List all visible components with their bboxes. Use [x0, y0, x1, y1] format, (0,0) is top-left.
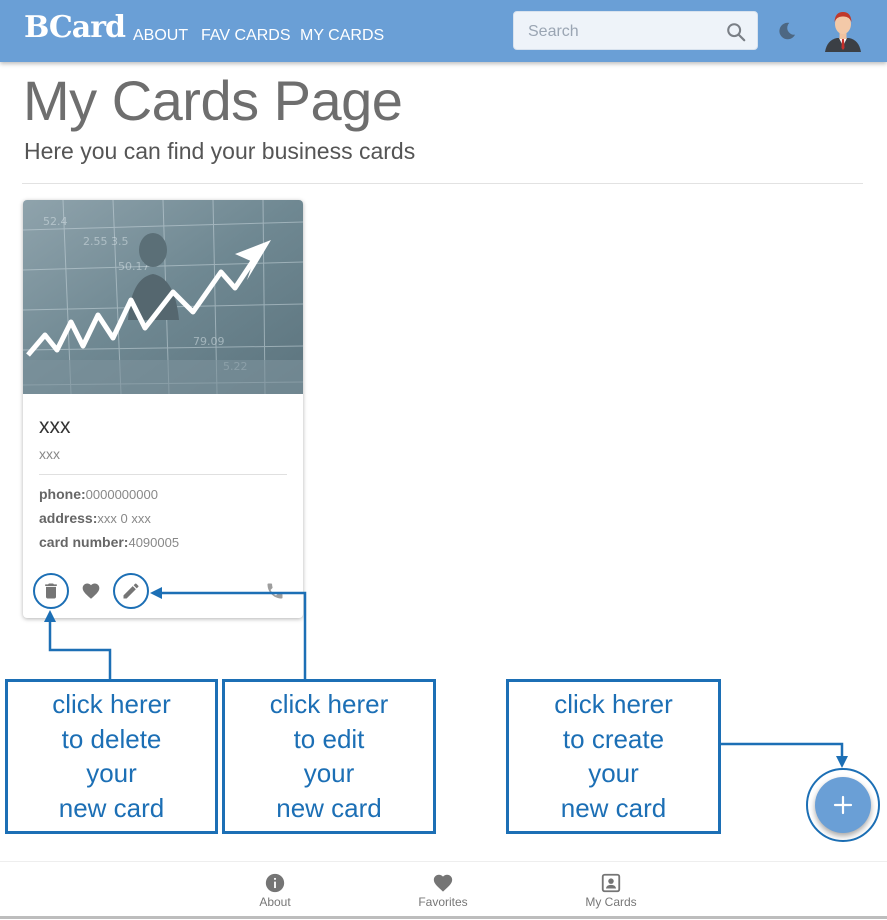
- delete-button[interactable]: [33, 573, 69, 609]
- bottom-nav-my-cards[interactable]: My Cards: [556, 862, 666, 918]
- nav-fav-cards[interactable]: FAV CARDS: [201, 27, 291, 45]
- annotation-line: to create: [562, 723, 665, 754]
- bottom-nav-label: My Cards: [585, 895, 637, 909]
- app-bar: BCard ABOUT FAV CARDS MY CARDS: [0, 0, 887, 62]
- bottom-nav-favorites[interactable]: Favorites: [388, 862, 498, 918]
- delete-icon: [45, 583, 57, 599]
- call-button[interactable]: [259, 575, 291, 607]
- nav-my-cards[interactable]: MY CARDS: [300, 27, 384, 45]
- add-card-button[interactable]: [815, 777, 871, 833]
- edit-icon: [123, 583, 139, 599]
- bottom-nav-label: About: [259, 895, 291, 909]
- card-number-label: card number:: [39, 534, 129, 550]
- plus-icon: [833, 795, 853, 815]
- heart-icon: [82, 583, 100, 599]
- annotation-line: click herer: [52, 689, 171, 719]
- favorite-button[interactable]: [75, 575, 107, 607]
- nav-about[interactable]: ABOUT: [133, 27, 188, 45]
- business-card: 2.55 3.5 50.17 79.09 5.22 52.4 xxx xxx p…: [23, 200, 303, 618]
- annotation-line: your: [86, 758, 137, 788]
- svg-text:52.4: 52.4: [43, 215, 68, 228]
- edit-button[interactable]: [113, 573, 149, 609]
- edit-annotation: click herer to edit your new card: [222, 679, 436, 834]
- card-number-row: card number:4090005: [39, 534, 179, 550]
- bottom-nav-label: Favorites: [418, 895, 468, 909]
- card-phone-row: phone:0000000000: [39, 486, 158, 502]
- card-title: xxx: [39, 415, 71, 438]
- annotation-line: your: [588, 758, 639, 788]
- logo[interactable]: BCard: [24, 10, 126, 45]
- card-divider: [39, 474, 287, 475]
- delete-annotation: click herer to delete your new card: [5, 679, 218, 834]
- annotation-line: to delete: [61, 723, 162, 754]
- annotation-line: new card: [276, 792, 382, 823]
- annotation-line: new card: [58, 792, 165, 823]
- search-box: [513, 11, 758, 50]
- annotation-line: new card: [560, 792, 667, 823]
- heart-icon: [433, 874, 453, 892]
- page-subtitle: Here you can find your business cards: [24, 138, 416, 164]
- header-divider: [22, 183, 863, 184]
- annotation-line: to edit: [293, 723, 365, 754]
- page-title: My Cards Page: [23, 69, 403, 132]
- card-number-value: 4090005: [128, 535, 180, 550]
- svg-text:2.55 3.5: 2.55 3.5: [83, 235, 128, 248]
- info-icon: [265, 873, 285, 893]
- avatar[interactable]: [823, 8, 863, 52]
- search-input[interactable]: [526, 20, 720, 44]
- dark-mode-moon-icon[interactable]: [776, 20, 798, 42]
- address-value: xxx 0 xxx: [97, 511, 151, 526]
- search-icon[interactable]: [725, 21, 747, 43]
- phone-label: phone:: [39, 486, 86, 502]
- bottom-navigation: About Favorites My Cards: [0, 861, 887, 920]
- card-address-row: address:xxx 0 xxx: [39, 510, 151, 526]
- annotation-line: click herer: [554, 689, 673, 719]
- card-image: 2.55 3.5 50.17 79.09 5.22 52.4: [23, 200, 303, 394]
- phone-value: 0000000000: [85, 487, 158, 502]
- address-label: address:: [39, 510, 98, 526]
- contact-card-icon: [601, 873, 621, 893]
- create-annotation: click herer to create your new card: [506, 679, 721, 834]
- phone-icon: [267, 583, 283, 599]
- bottom-nav-about[interactable]: About: [220, 862, 330, 918]
- svg-text:79.09: 79.09: [193, 335, 225, 348]
- annotation-line: your: [303, 758, 355, 788]
- annotation-line: click herer: [269, 689, 389, 719]
- card-subtitle: xxx: [39, 446, 60, 462]
